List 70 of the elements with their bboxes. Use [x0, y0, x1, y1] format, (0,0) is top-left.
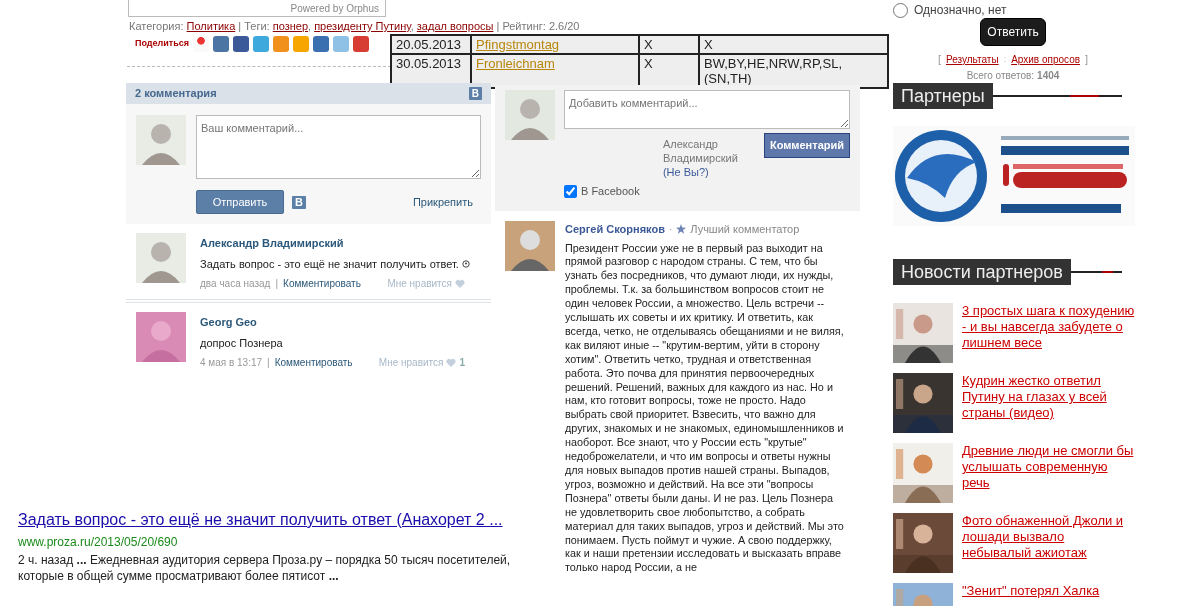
news-link[interactable]: 3 простых шага к похудению - и вы навсегда забудете о лишнем весе	[962, 303, 1137, 363]
avatar	[136, 233, 186, 283]
total-label: Всего ответов:	[966, 68, 1035, 83]
avatar	[505, 221, 555, 271]
like-count: 1	[459, 356, 465, 370]
checkbox[interactable]	[564, 184, 577, 198]
send-button[interactable]: Отправить	[196, 190, 284, 214]
comment-count: 2 комментария	[135, 86, 217, 102]
avatar	[505, 90, 555, 140]
share-icon[interactable]	[193, 36, 209, 52]
table-cell: X	[699, 35, 888, 54]
table-cell: X	[639, 35, 699, 54]
avatar	[136, 312, 186, 362]
comment-field[interactable]: Добавить комментарий...	[564, 90, 850, 129]
comment-author[interactable]: Александр Владимирский	[200, 235, 481, 252]
heart-icon	[446, 358, 457, 367]
result-title-link[interactable]: Задать вопрос - это ещё не значит получить ответ (Анахорет 2 ...	[18, 508, 503, 532]
user-name: Александр Владимирский (Не Вы?)	[662, 137, 739, 179]
commenter-title: Лучший комментатор	[690, 222, 800, 237]
news-link[interactable]: Кудрин жестко ответил Путину на глазах у всей страны (видео)	[962, 373, 1137, 433]
separator: |	[275, 277, 279, 291]
avatar	[136, 115, 186, 165]
reply-link[interactable]: Комментировать	[283, 276, 361, 291]
vk-badge: B	[468, 87, 482, 100]
comment-author[interactable]: Georg Geo	[200, 314, 481, 331]
separator: :	[1003, 52, 1007, 66]
radio-button[interactable]	[893, 2, 908, 18]
attach-link[interactable]: Прикрепить	[412, 193, 473, 211]
news-link[interactable]: "Зенит" потерял Халка	[962, 583, 1137, 606]
total-count: 1404	[1037, 68, 1060, 83]
comment-text: Президент России уже не в первый раз выходит на прямой разговор с народом страны. С тем, что бы узнать без посредников, что думают люди, их нужды, проблемы. Т.к. за большинством вопросов стоит не один человек России, а множество. Цель встречи -- услышать их советы и их критику. И ответить, как всегда, четко, не отделываясь обещаниями и не виляя, как виляют иные -- "крутим-вертим, уйти в сторону хотим". Ответить четко, трудная и ответственная работа. Это почва для принятия первоочередных решений. Решений, важных для каждого из нас. Но и нам, кто готовит вопросы, тоже не просто. Надо выбрать свой приоритет. Взвесить, что важно для других, знакомых и не знакомых, единомышленников и наоборот. Все знают, что у России есть "крутые" недоброжелатели, и что им вопросы и ответы нужны для новых выпадов против нашей страны. Выпадов, угроз, возможно и действий. На все эти "вопросы Познера" ответы были даны. И не раз. Цель Познера не удовлетворить свое любопытство, а собрать материал для таких выпадов, угроз и действий. Мы это понимаем. Пусть поймут и чужие. А свою поддержку, как и наши претензии исследовать и высказать вправе только народ России, а не	[565, 241, 845, 576]
vk-badge: B	[292, 195, 306, 209]
news-link[interactable]: Древние люди не смогли бы услышать современную речь	[962, 443, 1137, 503]
reply-link[interactable]: Комментировать	[274, 355, 353, 370]
comment-field[interactable]: Ваш комментарий...	[196, 115, 481, 179]
comment-time: 4 мая в 13:17	[200, 356, 263, 370]
article-meta: Категория: Политика | Теги: познер, президенту Путину, задал вопросы | Рейтинг: 2.6/20	[129, 19, 580, 34]
comment-author[interactable]: Сергей Скорняков	[565, 221, 665, 238]
date-cell: 20.05.2013	[391, 35, 471, 54]
bracket: ]	[1085, 52, 1089, 67]
poll-link[interactable]: Архив опросов	[1011, 51, 1081, 67]
tag-link[interactable]: задал вопросы	[416, 20, 494, 32]
news-link[interactable]: Фото обнаженной Джоли и лошади вызвало небывалый ажиотаж	[962, 513, 1137, 573]
checkbox-label: В Facebook	[581, 184, 640, 199]
share-icon[interactable]	[313, 36, 329, 52]
separator: ·	[668, 222, 673, 237]
answer-button[interactable]: Ответить	[980, 18, 1046, 46]
smiley-icon	[461, 259, 470, 268]
tag-link[interactable]: президенту Путину	[314, 20, 411, 32]
section-heading: Новости партнеров	[893, 259, 1071, 285]
share-icon[interactable]	[233, 36, 249, 52]
section-heading: Партнеры	[893, 83, 993, 109]
poll-link[interactable]: Результаты	[945, 51, 999, 67]
comment-time: два часа назад	[200, 277, 271, 291]
not-you-link[interactable]: (Не Вы?)	[662, 166, 709, 178]
comment-text: Задать вопрос - это ещё не значит получить ответ.	[200, 256, 459, 272]
comment-text: допрос Познера	[200, 335, 283, 351]
bracket: [	[937, 52, 941, 67]
share-label: Поделиться	[135, 37, 190, 51]
credit-text: Powered by Orphus	[128, 0, 386, 17]
category-link[interactable]: Политика	[186, 20, 236, 32]
share-icon[interactable]	[353, 36, 369, 52]
share-icon[interactable]	[213, 36, 229, 52]
result-snippet: 2 ч. назад ... Ежедневная аудитория сервера Проза.ру – порядка 50 тысяч посетителей, которые в общей сумме просматривают более пятисот ...	[18, 552, 512, 584]
option-label: Однозначно, нет	[914, 2, 1007, 19]
result-url: www.proza.ru/2013/05/20/690	[18, 536, 179, 548]
separator: |	[267, 356, 270, 370]
heart-icon	[455, 279, 465, 288]
star-icon	[676, 224, 687, 235]
comment-button[interactable]: Комментарий	[763, 133, 850, 158]
